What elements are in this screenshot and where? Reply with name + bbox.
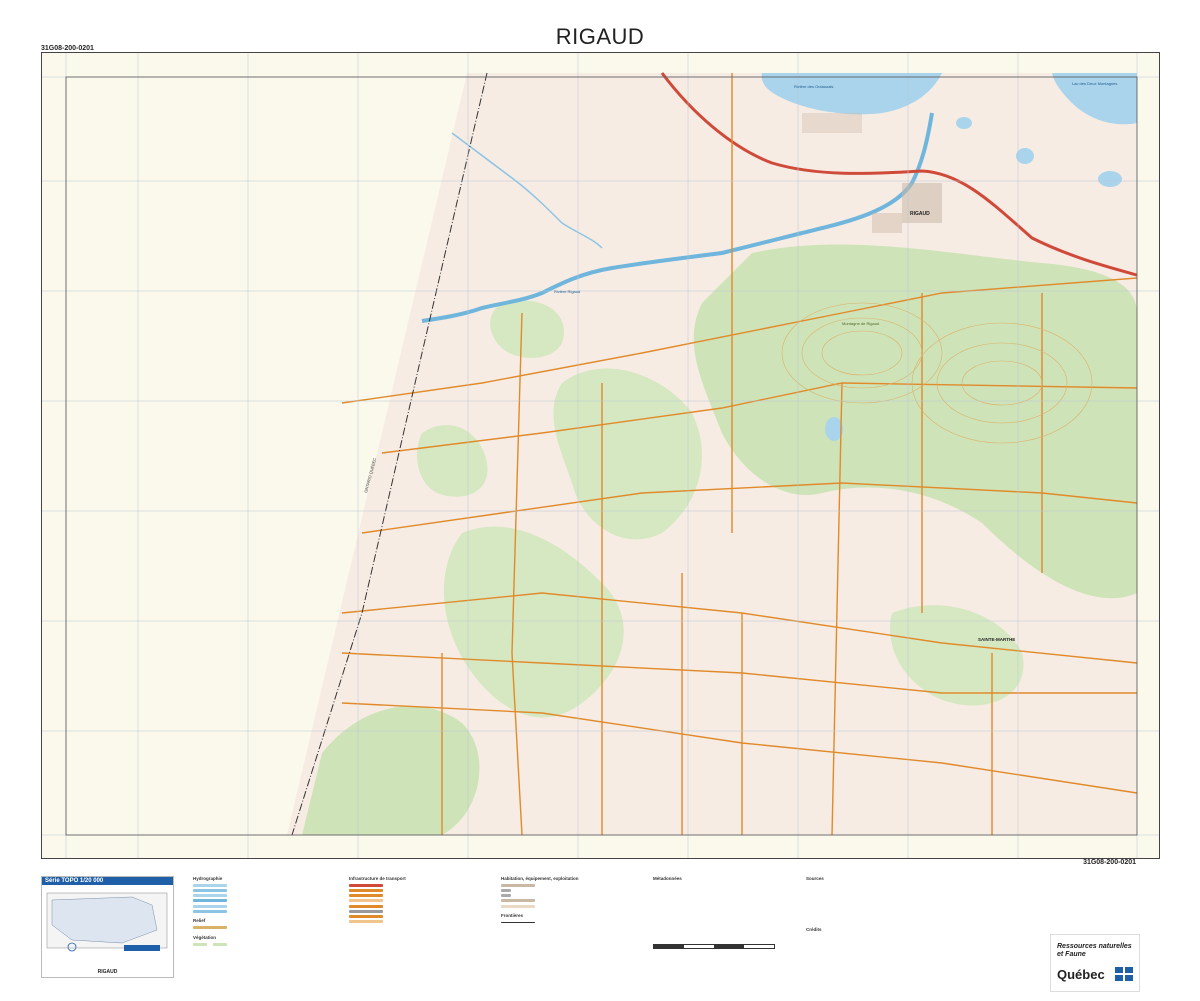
logo-line1: Ressources naturelles bbox=[1057, 943, 1132, 950]
legend-meta-title: Métadonnées bbox=[653, 876, 682, 881]
legend-sources: Sources Crédits bbox=[806, 876, 956, 934]
legend-relief-title: Relief bbox=[193, 918, 206, 924]
quebec-logo: Ressources naturelles et Faune Québec bbox=[1050, 934, 1140, 992]
lake bbox=[1016, 148, 1034, 164]
quebec-flag-icon bbox=[1115, 967, 1133, 981]
legend-hydro-title: Hydrographie bbox=[193, 876, 223, 881]
index-map-graphic bbox=[46, 892, 168, 952]
legend-habitation: Habitation, équipement, exploitation Fro… bbox=[501, 876, 641, 926]
legend-habitation-title: Habitation, équipement, exploitation bbox=[501, 876, 579, 881]
label-riviere-rigaud: Rivière Rigaud bbox=[554, 289, 580, 294]
label-riviere-outaouais: Rivière des Outaouais bbox=[794, 84, 833, 89]
label-lac-deux-montagnes: Lac des Deux Montagnes bbox=[1072, 81, 1117, 86]
legend-credits-title: Crédits bbox=[806, 927, 822, 933]
logo-line2: et Faune bbox=[1057, 951, 1086, 958]
scale-bar bbox=[653, 944, 775, 949]
legend-sources-title: Sources bbox=[806, 876, 824, 881]
label-mont-rigaud: Montagne de Rigaud bbox=[842, 321, 879, 326]
map-frame[interactable]: Rivière des Outaouais Lac des Deux Monta… bbox=[41, 52, 1160, 859]
legend-hydro: Hydrographie Relief Végétation bbox=[193, 876, 343, 947]
index-map: Série TOPO 1/20 000 RIGAUD bbox=[41, 876, 174, 978]
sheet-code-bottom: 31G08-200-0201 bbox=[1083, 859, 1136, 866]
lake bbox=[1098, 171, 1122, 187]
legend-meta: Métadonnées bbox=[653, 876, 793, 949]
lake bbox=[956, 117, 972, 129]
logo-brand: Québec bbox=[1057, 967, 1105, 982]
sheet-code-top: 31G08-200-0201 bbox=[41, 45, 94, 52]
legend-veg-title: Végétation bbox=[193, 934, 217, 940]
serie-header: Série TOPO 1/20 000 bbox=[42, 877, 173, 885]
map-legend: Série TOPO 1/20 000 RIGAUD Hydrographie … bbox=[41, 874, 1158, 994]
label-sainte-marthe: SAINTE-MARTHE bbox=[978, 637, 1015, 642]
map-title: RIGAUD bbox=[555, 24, 645, 49]
serie-sheet-name: RIGAUD bbox=[97, 969, 118, 975]
legend-transport: Infrastructure de transport bbox=[349, 876, 499, 925]
legend-frontieres-title: Frontières bbox=[501, 913, 524, 919]
lake bbox=[856, 94, 880, 108]
legend-transport-title: Infrastructure de transport bbox=[349, 876, 406, 881]
label-rigaud: RIGAUD bbox=[910, 211, 930, 217]
topographic-map: Rivière des Outaouais Lac des Deux Monta… bbox=[42, 53, 1159, 858]
